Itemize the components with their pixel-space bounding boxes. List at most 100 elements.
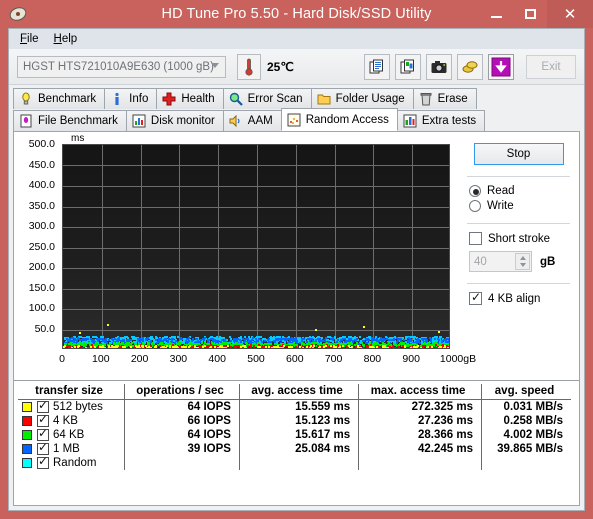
tab-extra-tests[interactable]: Extra tests xyxy=(396,110,486,131)
data-point xyxy=(393,347,396,348)
data-point xyxy=(287,346,290,348)
drive-select[interactable]: HGST HTS721010A9E630 (1000 gB) xyxy=(17,55,226,78)
spinner-up-icon[interactable] xyxy=(519,255,526,260)
data-point xyxy=(240,346,243,348)
tab-benchmark-label: Benchmark xyxy=(38,93,97,105)
results-header-row: transfer size operations / sec avg. access… xyxy=(18,384,571,400)
transfer-size-cell[interactable]: 4 KB xyxy=(18,412,126,428)
exit-button[interactable]: Exit xyxy=(526,54,576,79)
tab-disk-monitor-label: Disk monitor xyxy=(150,115,215,127)
spinner-down-icon[interactable] xyxy=(519,263,526,268)
radio-read[interactable]: Read xyxy=(469,185,573,197)
y-axis-tick: 350.0 xyxy=(28,199,55,212)
data-point xyxy=(159,346,162,348)
radio-write-indicator xyxy=(469,200,481,212)
tab-health-label: Health xyxy=(181,93,215,105)
data-point xyxy=(392,338,395,341)
data-point xyxy=(308,347,311,348)
checkbox-4kb-align-indicator xyxy=(469,290,482,305)
app-window: HD Tune Pro 5.50 - Hard Disk/SSD Utility… xyxy=(0,0,593,519)
short-stroke-value: 40 xyxy=(474,255,487,268)
series-checkbox[interactable] xyxy=(37,454,49,469)
menu-help[interactable]: Help xyxy=(50,31,89,47)
menu-file[interactable]: File xyxy=(16,31,50,47)
maximize-button[interactable] xyxy=(513,0,547,28)
data-point xyxy=(71,337,74,340)
tab-random-access[interactable]: Random Access xyxy=(280,108,398,131)
data-point xyxy=(334,336,337,339)
data-point xyxy=(213,346,216,348)
data-point xyxy=(308,337,311,340)
donate-button[interactable] xyxy=(457,53,483,80)
gridline-vertical xyxy=(218,145,219,348)
tab-health[interactable]: Health xyxy=(156,88,224,109)
data-point xyxy=(253,344,256,347)
data-point xyxy=(285,338,287,341)
data-point-outlier xyxy=(78,331,81,334)
tab-error-scan[interactable]: Error Scan xyxy=(222,88,312,109)
copy-image-button[interactable] xyxy=(395,53,421,80)
tab-aam[interactable]: AAM xyxy=(222,110,282,131)
table-row[interactable]: Random xyxy=(18,454,571,470)
checkbox-short-stroke[interactable]: Short stroke xyxy=(469,232,573,245)
tab-erase[interactable]: Erase xyxy=(412,88,477,109)
x-axis-tick: 100 xyxy=(92,353,110,365)
chart-grid-icon xyxy=(403,114,417,128)
data-point xyxy=(139,347,142,348)
data-point xyxy=(396,346,399,348)
gridline-vertical xyxy=(141,145,142,348)
spinner-arrows[interactable] xyxy=(515,253,530,270)
results-column-header: avg. access time xyxy=(239,384,360,400)
tab-file-benchmark[interactable]: File Benchmark xyxy=(13,110,127,131)
tab-folder-usage[interactable]: Folder Usage xyxy=(310,88,414,109)
operations-cell: 64 IOPS xyxy=(124,399,240,414)
table-row[interactable]: 64 KB 64 IOPS15.617 ms28.366 ms 4.002 MB/s xyxy=(18,426,571,442)
data-point xyxy=(220,346,223,348)
data-point xyxy=(298,345,301,348)
avg-access-cell: 25.084 ms xyxy=(239,442,360,456)
short-stroke-input[interactable]: 40 xyxy=(469,251,532,272)
max-access-cell: 28.366 ms xyxy=(358,428,483,442)
checkbox-4kb-align[interactable]: 4 KB align xyxy=(469,290,573,305)
x-axis-tick: 300 xyxy=(169,353,188,365)
tab-disk-monitor[interactable]: Disk monitor xyxy=(125,110,224,131)
tab-info[interactable]: Info xyxy=(104,88,158,109)
data-point xyxy=(402,338,405,341)
gridline-horizontal xyxy=(63,165,449,166)
transfer-size-cell[interactable]: Random xyxy=(18,454,126,470)
data-point xyxy=(70,346,73,348)
screenshot-button[interactable] xyxy=(426,53,452,80)
transfer-size-cell[interactable]: 512 bytes xyxy=(18,398,126,414)
series-color-swatch xyxy=(22,430,32,440)
data-point xyxy=(440,340,443,342)
data-point xyxy=(211,339,214,342)
radio-write[interactable]: Write xyxy=(469,200,573,212)
close-button[interactable]: ✕ xyxy=(547,0,593,28)
results-body: 512 bytes64 IOPS15.559 ms272.325 ms0.031… xyxy=(18,398,571,470)
random-access-chart: ms 500.0 450.0 400.0 350.0 300.0 250.0 200.0 15… xyxy=(14,132,476,380)
table-row[interactable]: 1 MB 39 IOPS25.084 ms42.245 ms 39.865 MB/s xyxy=(18,440,571,456)
data-point xyxy=(279,347,282,348)
data-point xyxy=(449,336,450,338)
minimize-button[interactable] xyxy=(479,0,513,28)
data-point xyxy=(360,347,363,348)
data-point xyxy=(144,338,147,341)
data-point xyxy=(362,346,365,348)
table-row[interactable]: 4 KB 66 IOPS15.123 ms27.236 ms 0.258 MB/s xyxy=(18,412,571,428)
results-column-header: operations / sec xyxy=(124,384,240,400)
data-point xyxy=(414,336,417,339)
data-point xyxy=(278,337,281,340)
data-point xyxy=(314,338,317,341)
tab-benchmark[interactable]: Benchmark xyxy=(13,88,106,109)
table-row[interactable]: 512 bytes 64 IOPS15.559 ms272.325 ms 0.031… xyxy=(18,398,571,414)
temperature-indicator xyxy=(237,53,261,80)
download-button[interactable] xyxy=(488,53,514,80)
transfer-size-cell[interactable]: 64 KB xyxy=(18,426,126,442)
transfer-size-cell[interactable]: 1 MB xyxy=(18,440,126,456)
copy-text-button[interactable] xyxy=(364,53,390,80)
data-point xyxy=(311,346,314,348)
stop-button[interactable]: Stop xyxy=(473,143,564,165)
tab-row-1: Benchmark Info Health Error Scan Folder … xyxy=(13,88,580,109)
operations-cell: 66 IOPS xyxy=(124,414,240,428)
results-column-header: transfer size xyxy=(18,384,126,400)
